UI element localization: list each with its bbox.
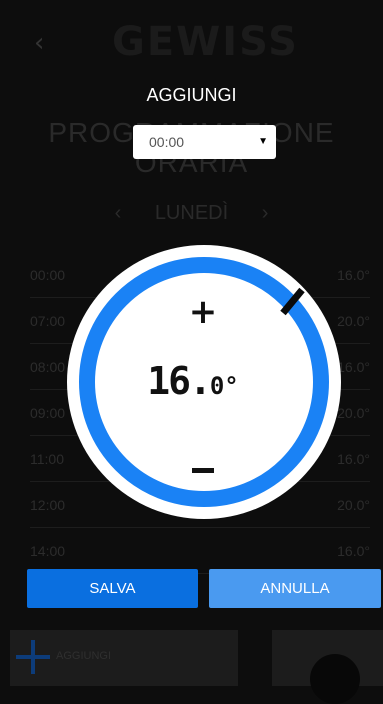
decrease-temperature-button[interactable] xyxy=(188,455,218,485)
minus-icon xyxy=(192,468,214,473)
temperature-decimal: 0° xyxy=(209,372,239,400)
increase-temperature-button[interactable]: + xyxy=(188,295,218,329)
temperature-integer: 16. xyxy=(147,359,212,403)
save-button[interactable]: SALVA xyxy=(27,569,198,608)
cancel-button[interactable]: ANNULLA xyxy=(209,569,381,608)
temperature-value: 16.0° xyxy=(128,356,258,406)
